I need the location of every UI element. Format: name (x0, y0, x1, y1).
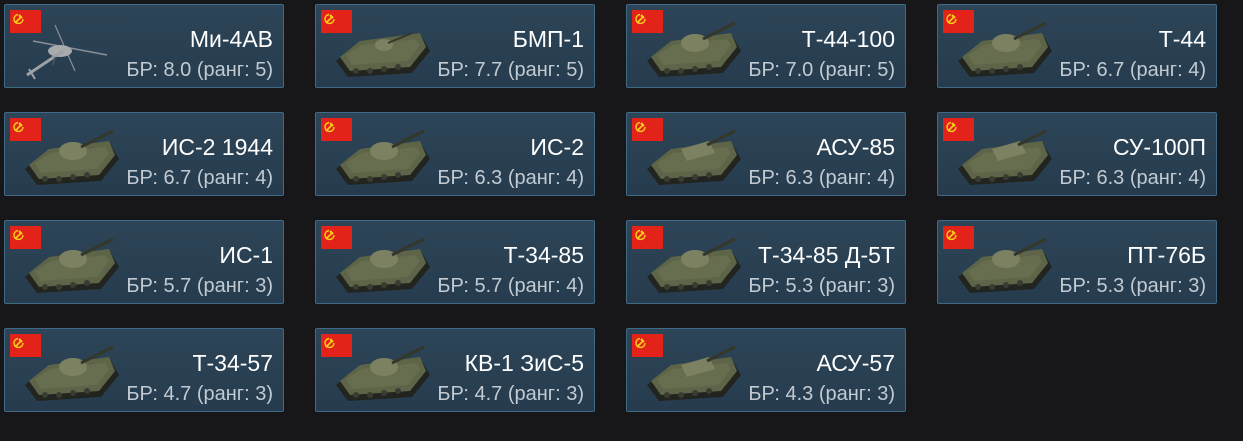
vehicle-card[interactable]: ИС-1 БР: 5.7 (ранг: 3) (4, 220, 284, 304)
vehicle-name: Ми-4АВ (189, 26, 273, 52)
hammer-sickle-icon (635, 229, 646, 241)
vehicle-card[interactable]: Т-44-100 БР: 7.0 (ранг: 5) (626, 4, 906, 88)
vehicle-card[interactable]: АСУ-57 БР: 4.3 (ранг: 3) (626, 328, 906, 412)
battle-rating: БР: 5.7 (ранг: 4) (437, 275, 584, 297)
vehicle-name: Т-34-85 Д-5Т (757, 242, 895, 268)
vehicle-card[interactable]: Ми-4АВ БР: 8.0 (ранг: 5) (4, 4, 284, 88)
battle-rating: БР: 4.7 (ранг: 3) (437, 383, 584, 405)
vehicle-name: Т-44-100 (801, 26, 895, 52)
vehicle-name: ИС-1 (219, 242, 273, 268)
vehicle-card[interactable]: Т-34-85 Д-5Т БР: 5.3 (ранг: 3) (626, 220, 906, 304)
ussr-flag-icon (943, 118, 974, 141)
ussr-flag-icon (943, 10, 974, 33)
vehicle-name: Т-44 (1158, 26, 1206, 52)
vehicle-name: КВ-1 ЗиС-5 (464, 350, 584, 376)
vehicle-name: СУ-100П (1112, 134, 1206, 160)
battle-rating: БР: 7.0 (ранг: 5) (748, 59, 895, 81)
hammer-sickle-icon (324, 337, 335, 349)
ussr-flag-icon (321, 226, 352, 249)
hammer-sickle-icon (946, 229, 957, 241)
ussr-flag-icon (10, 118, 41, 141)
battle-rating: БР: 6.3 (ранг: 4) (1059, 167, 1206, 189)
vehicle-name: ИС-2 (530, 134, 584, 160)
hammer-sickle-icon (324, 229, 335, 241)
vehicle-card[interactable]: ИС-2 1944 БР: 6.7 (ранг: 4) (4, 112, 284, 196)
vehicle-card[interactable]: ИС-2 БР: 6.3 (ранг: 4) (315, 112, 595, 196)
battle-rating: БР: 6.7 (ранг: 4) (1059, 59, 1206, 81)
hammer-sickle-icon (13, 229, 24, 241)
hammer-sickle-icon (635, 121, 646, 133)
hammer-sickle-icon (946, 121, 957, 133)
ussr-flag-icon (10, 10, 41, 33)
vehicle-name: Т-34-85 (503, 242, 584, 268)
ussr-flag-icon (632, 10, 663, 33)
ussr-flag-icon (321, 118, 352, 141)
vehicle-card[interactable]: Т-44 БР: 6.7 (ранг: 4) (937, 4, 1217, 88)
ussr-flag-icon (943, 226, 974, 249)
hammer-sickle-icon (635, 337, 646, 349)
ussr-flag-icon (632, 226, 663, 249)
battle-rating: БР: 4.3 (ранг: 3) (748, 383, 895, 405)
hammer-sickle-icon (13, 13, 24, 25)
hammer-sickle-icon (946, 13, 957, 25)
vehicle-name: АСУ-85 (816, 134, 895, 160)
ussr-flag-icon (10, 226, 41, 249)
battle-rating: БР: 6.7 (ранг: 4) (126, 167, 273, 189)
vehicle-card[interactable]: БМП-1 БР: 7.7 (ранг: 5) (315, 4, 595, 88)
hammer-sickle-icon (635, 13, 646, 25)
vehicle-grid: Ми-4АВ БР: 8.0 (ранг: 5) БМП-1 БР: 7.7 (ран… (0, 0, 1243, 441)
ussr-flag-icon (632, 118, 663, 141)
vehicle-card[interactable]: ПТ-76Б БР: 5.3 (ранг: 3) (937, 220, 1217, 304)
vehicle-name: Т-34-57 (192, 350, 273, 376)
battle-rating: БР: 8.0 (ранг: 5) (126, 59, 273, 81)
vehicle-card[interactable]: Т-34-57 БР: 4.7 (ранг: 3) (4, 328, 284, 412)
hammer-sickle-icon (13, 121, 24, 133)
battle-rating: БР: 4.7 (ранг: 3) (126, 383, 273, 405)
vehicle-name: ПТ-76Б (1127, 242, 1206, 268)
ussr-flag-icon (321, 334, 352, 357)
hammer-sickle-icon (324, 121, 335, 133)
ussr-flag-icon (321, 10, 352, 33)
vehicle-card[interactable]: КВ-1 ЗиС-5 БР: 4.7 (ранг: 3) (315, 328, 595, 412)
hammer-sickle-icon (324, 13, 335, 25)
battle-rating: БР: 6.3 (ранг: 4) (437, 167, 584, 189)
battle-rating: БР: 6.3 (ранг: 4) (748, 167, 895, 189)
vehicle-name: АСУ-57 (816, 350, 895, 376)
vehicle-card[interactable]: АСУ-85 БР: 6.3 (ранг: 4) (626, 112, 906, 196)
battle-rating: БР: 5.7 (ранг: 3) (126, 275, 273, 297)
battle-rating: БР: 5.3 (ранг: 3) (748, 275, 895, 297)
battle-rating: БР: 5.3 (ранг: 3) (1059, 275, 1206, 297)
battle-rating: БР: 7.7 (ранг: 5) (437, 59, 584, 81)
vehicle-card[interactable]: СУ-100П БР: 6.3 (ранг: 4) (937, 112, 1217, 196)
ussr-flag-icon (632, 334, 663, 357)
vehicle-name: ИС-2 1944 (161, 134, 273, 160)
hammer-sickle-icon (13, 337, 24, 349)
vehicle-card[interactable]: Т-34-85 БР: 5.7 (ранг: 4) (315, 220, 595, 304)
ussr-flag-icon (10, 334, 41, 357)
vehicle-name: БМП-1 (512, 26, 584, 52)
